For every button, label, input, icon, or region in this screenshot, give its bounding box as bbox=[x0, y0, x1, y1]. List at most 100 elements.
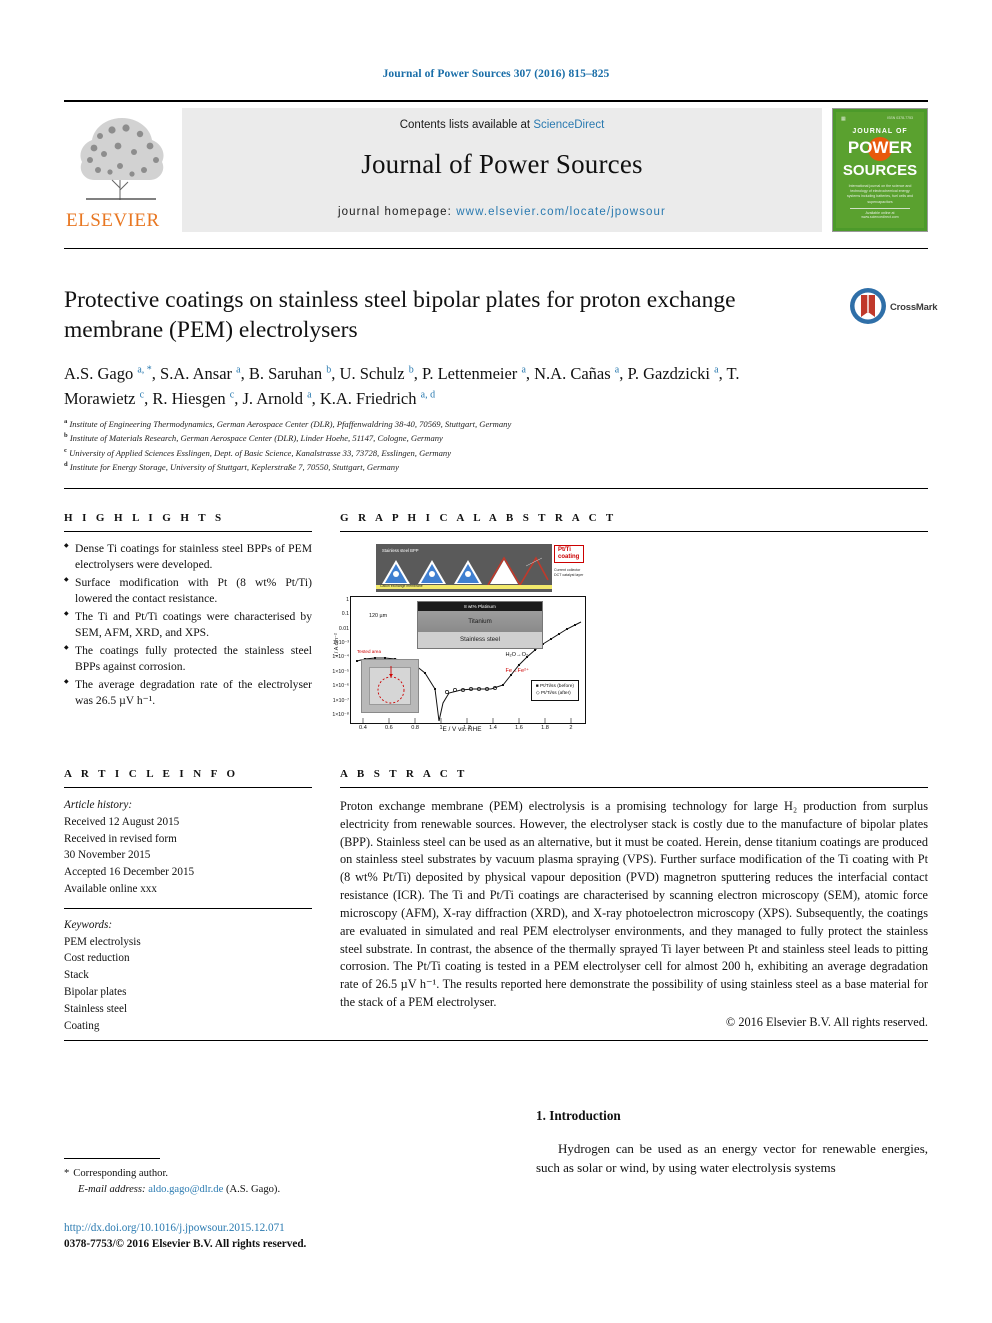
bpp-top-label: Stainless steel BPP bbox=[382, 548, 419, 553]
article-info-divider bbox=[64, 787, 312, 788]
corresponding-author-line: * Corresponding author. bbox=[64, 1166, 394, 1182]
affiliation-d: d Institute for Energy Storage, Universi… bbox=[64, 461, 399, 473]
sem-scale-label: 120 µm bbox=[369, 613, 388, 619]
article-info-section: A R T I C L E I N F O Article history: R… bbox=[64, 768, 312, 1034]
email-link[interactable]: aldo.gago@dlr.de bbox=[148, 1184, 223, 1195]
journal-masthead: ELSEVIER Contents lists available at Sci… bbox=[64, 100, 928, 234]
plot-ylabel: i / A cm⁻² bbox=[334, 633, 340, 656]
graphical-abstract-section: G R A P H I C A L A B S T R A C T Stainl… bbox=[332, 512, 928, 740]
elsevier-tree-icon bbox=[80, 118, 164, 200]
page-title: Protective coatings on stainless steel b… bbox=[64, 287, 736, 344]
keyword-item: Bipolar plates bbox=[64, 985, 127, 998]
keyword-item: PEM electrolysis bbox=[64, 935, 141, 948]
contents-line: Contents lists available at ScienceDirec… bbox=[182, 119, 822, 131]
journal-title: Journal of Power Sources bbox=[361, 149, 643, 179]
masthead-center: Contents lists available at ScienceDirec… bbox=[182, 108, 822, 232]
article-history-line: Accepted 16 December 2015 bbox=[64, 866, 195, 879]
article-history-lines: Received 12 August 2015 Received in revis… bbox=[64, 814, 312, 898]
ytick-0: 1 bbox=[346, 596, 349, 603]
journal-cover-thumbnail: ▦ ISSN 0378-7753 JOURNAL OF POWER SOURCE… bbox=[832, 108, 928, 232]
cover-line1: JOURNAL OF bbox=[852, 128, 908, 135]
graphical-abstract-figure: Stainless steel BPP Cation exchange memb… bbox=[332, 544, 586, 740]
article-history-line: Received in revised form bbox=[64, 832, 177, 845]
tested-area-label: Tested area bbox=[357, 649, 382, 654]
plot-xlabel: E / V vs. RHE bbox=[442, 726, 482, 733]
crossmark-icon bbox=[850, 288, 886, 324]
keywords: Keywords: PEM electrolysis Cost reduction… bbox=[64, 917, 312, 1035]
footnote-divider bbox=[64, 1158, 160, 1159]
introduction-heading: 1. Introduction bbox=[536, 1108, 621, 1123]
affiliation-b: b Institute of Materials Research, Germa… bbox=[64, 432, 443, 444]
email-label: E-mail address: bbox=[78, 1183, 146, 1195]
keywords-lines: PEM electrolysis Cost reduction Stack Bipol… bbox=[64, 934, 312, 1035]
ytick-6: 1×10⁻⁶ bbox=[332, 683, 349, 690]
running-head: Journal of Power Sources 307 (2016) 815–… bbox=[382, 68, 610, 80]
legend-entry-before: ■ Pt/Ti/ss (before) bbox=[535, 683, 574, 689]
highlights-divider bbox=[64, 531, 312, 532]
keyword-item: Coating bbox=[64, 1019, 100, 1032]
cover-blurb: International journal on the science and… bbox=[846, 184, 914, 204]
legend-entry-after: ◇ Pt/Ti/ss (after) bbox=[535, 691, 571, 697]
cover-line3: SOURCES bbox=[842, 162, 918, 179]
tested-area-circle bbox=[377, 666, 405, 704]
homepage-url[interactable]: www.elsevier.com/locate/jpowsour bbox=[456, 206, 666, 218]
homepage-line: journal homepage: www.elsevier.com/locat… bbox=[182, 206, 822, 218]
abstract-copyright: © 2016 Elsevier B.V. All rights reserved… bbox=[725, 1014, 928, 1029]
cover-publisher-mark: ▦ bbox=[841, 116, 846, 122]
ytick-5: 1×10⁻⁵ bbox=[332, 668, 349, 675]
sciencedirect-link[interactable]: ScienceDirect bbox=[533, 119, 604, 131]
highlight-item: The Ti and Pt/Ti coatings were character… bbox=[64, 609, 312, 642]
annotation-oer: H₂O→O₂ bbox=[505, 652, 529, 659]
cover-issn: ISSN 0378-7753 bbox=[887, 116, 913, 120]
crossmark-label: CrossMark bbox=[890, 302, 938, 313]
affiliation-a: a Institute of Engineering Thermodynamic… bbox=[64, 418, 512, 429]
email-line: E-mail address: aldo.gago@dlr.de (A.S. G… bbox=[64, 1182, 394, 1198]
sem-cross-section-inset: 8 wt% Platinum Titanium Stainless steel bbox=[417, 601, 543, 649]
highlights-list: Dense Ti coatings for stainless steel BP… bbox=[64, 541, 312, 710]
corresponding-author-note: * Corresponding author. E-mail address: a… bbox=[64, 1166, 394, 1198]
keywords-divider bbox=[64, 907, 312, 909]
keywords-label: Keywords: bbox=[64, 918, 113, 931]
issn-copyright: 0378-7753/© 2016 Elsevier B.V. All right… bbox=[64, 1238, 307, 1250]
affiliation-c: c University of Applied Sciences Essling… bbox=[64, 446, 452, 458]
article-page: Journal of Power Sources 307 (2016) 815–… bbox=[0, 0, 992, 1323]
title-divider bbox=[64, 248, 928, 249]
axis-ticks bbox=[362, 718, 572, 723]
cover-footer: Available online at www.sciencedirect.co… bbox=[850, 208, 910, 219]
bpp-side-notes: Current collector DCT catalyst layer bbox=[554, 568, 584, 578]
doi-link[interactable]: http://dx.doi.org/10.1016/j.jpowsour.201… bbox=[64, 1222, 285, 1234]
asterisk-icon: * bbox=[64, 1168, 70, 1179]
sem-ti-band: Titanium bbox=[418, 611, 542, 632]
email-suffix: (A.S. Gago). bbox=[225, 1183, 281, 1195]
bpp-schematic: Stainless steel BPP Cation exchange memb… bbox=[376, 544, 552, 592]
abstract-body: Proton exchange membrane (PEM) electroly… bbox=[340, 799, 928, 1010]
article-history-line: 30 November 2015 bbox=[64, 849, 151, 862]
abstract-divider bbox=[340, 787, 928, 788]
crossmark-badge[interactable]: CrossMark bbox=[848, 286, 944, 334]
article-history-line: Received 12 August 2015 bbox=[64, 815, 180, 828]
bpp-membrane-label: Cation exchange membrane bbox=[380, 583, 423, 588]
cover-power-block: POWER bbox=[836, 136, 924, 162]
ytick-7: 1×10⁻⁷ bbox=[332, 697, 349, 704]
body-divider-bottom bbox=[64, 1040, 928, 1041]
ytick-2: 0.01 bbox=[338, 625, 349, 632]
highlights-heading: H I G H L I G H T S bbox=[64, 512, 225, 524]
highlight-item: The average degradation rate of the elec… bbox=[64, 677, 312, 710]
homepage-prefix: journal homepage: bbox=[338, 206, 457, 218]
article-info-heading: A R T I C L E I N F O bbox=[64, 768, 239, 780]
ptti-coating-callout: Pt/Ti coating bbox=[554, 545, 584, 563]
contents-prefix: Contents lists available at bbox=[399, 119, 534, 131]
abstract-section: A B S T R A C T Proton exchange membrane… bbox=[340, 768, 928, 1030]
ytick-1: 0.1 bbox=[341, 611, 349, 617]
article-history: Article history: Received 12 August 2015… bbox=[64, 797, 312, 898]
affiliation-list: a Institute of Engineering Thermodynamic… bbox=[64, 417, 824, 475]
author-list: A.S. Gago a, *, S.A. Ansar a, B. Saruhan… bbox=[64, 364, 740, 408]
highlights-section: H I G H L I G H T S Dense Ti coatings fo… bbox=[64, 512, 312, 711]
keyword-item: Cost reduction bbox=[64, 952, 130, 965]
polarization-plot: 1 0.1 0.01 1×10⁻³ 1×10⁻⁴ 1×10⁻⁵ 1×10⁻⁶ 1… bbox=[332, 596, 586, 731]
highlight-item: The coatings fully protected the stainle… bbox=[64, 643, 312, 676]
tested-area-photo bbox=[361, 659, 419, 713]
article-history-line: Available online xxx bbox=[64, 882, 157, 895]
keyword-item: Stack bbox=[64, 969, 89, 982]
elsevier-wordmark: ELSEVIER bbox=[66, 210, 160, 231]
